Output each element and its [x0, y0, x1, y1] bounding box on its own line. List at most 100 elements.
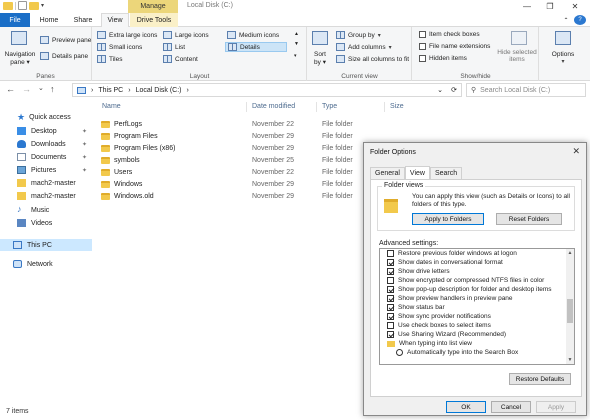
layout-expand-icon[interactable]: ▾: [294, 53, 297, 59]
nav-pictures[interactable]: Pictures ✦: [0, 164, 92, 176]
advanced-settings-scrollbar[interactable]: ▲ ▼: [566, 249, 574, 364]
advanced-settings-list[interactable]: Restore previous folder windows at logon…: [379, 248, 575, 365]
file-name-extensions-toggle[interactable]: File name extensions: [419, 43, 490, 50]
advanced-setting-item[interactable]: Show drive letters: [387, 267, 450, 276]
dialog-tab-view[interactable]: View: [404, 166, 430, 179]
nav-videos[interactable]: Videos: [0, 217, 92, 229]
scrollbar-thumb[interactable]: [567, 299, 573, 323]
new-folder-icon[interactable]: [29, 1, 39, 10]
size-all-columns-button[interactable]: Size all columns to fit: [336, 55, 409, 63]
column-separator[interactable]: [316, 102, 317, 112]
advanced-setting-item[interactable]: Restore previous folder windows at logon: [387, 249, 517, 258]
forward-button[interactable]: →: [22, 84, 31, 94]
help-icon[interactable]: ?: [574, 15, 586, 25]
hidden-items-toggle[interactable]: Hidden items: [419, 55, 467, 62]
layout-scroll-up-icon[interactable]: ▲: [294, 31, 299, 37]
scroll-down-icon[interactable]: ▼: [566, 356, 574, 364]
navigation-pane-button[interactable]: Navigation pane ▾: [4, 51, 36, 66]
advanced-setting-item[interactable]: Show status bar: [387, 303, 445, 312]
tab-file[interactable]: File: [0, 13, 30, 27]
refresh-icon[interactable]: ⟳: [451, 86, 457, 94]
sort-by-button[interactable]: Sort by ▾: [312, 51, 328, 66]
advanced-setting-item[interactable]: Use check boxes to select items: [387, 321, 491, 330]
customize-toolbar-chevron-icon[interactable]: ▾: [41, 2, 44, 9]
nav-folder-mach2-master-2[interactable]: mach2-master: [0, 190, 92, 202]
setting-checkbox[interactable]: [387, 313, 394, 320]
nav-music[interactable]: ♪ Music: [0, 204, 92, 216]
setting-checkbox[interactable]: [387, 286, 394, 293]
column-separator[interactable]: [246, 102, 247, 112]
reset-folders-button[interactable]: Reset Folders: [496, 213, 562, 225]
setting-radio[interactable]: [396, 349, 403, 356]
setting-checkbox[interactable]: [387, 268, 394, 275]
preview-pane-button[interactable]: Preview pane: [40, 36, 91, 44]
setting-checkbox[interactable]: [387, 259, 394, 266]
table-row[interactable]: Program Files November 29 File folder: [96, 131, 361, 143]
setting-checkbox[interactable]: [387, 322, 394, 329]
advanced-setting-item[interactable]: Show pop-up description for folder and d…: [387, 285, 552, 294]
advanced-setting-item[interactable]: Automatically type into the Search Box: [396, 348, 518, 357]
cancel-button[interactable]: Cancel: [491, 401, 531, 413]
advanced-setting-item[interactable]: Show dates in conversational format: [387, 258, 503, 267]
nav-quick-access[interactable]: ★ Quick access: [0, 111, 92, 123]
breadcrumb-local-disk[interactable]: Local Disk (C:): [136, 87, 182, 94]
collapse-ribbon-chevron-icon[interactable]: ⌃: [560, 13, 572, 27]
column-header-type[interactable]: Type: [322, 103, 337, 110]
maximize-button[interactable]: ❐: [539, 0, 561, 13]
search-input[interactable]: ⚲ Search Local Disk (C:): [466, 83, 586, 97]
column-header-size[interactable]: Size: [390, 103, 404, 110]
setting-checkbox[interactable]: [387, 304, 394, 311]
dialog-close-button[interactable]: ✕: [572, 146, 580, 157]
tab-view[interactable]: View: [101, 13, 129, 27]
extra-large-icons-button[interactable]: Extra large icons: [97, 31, 157, 39]
item-check-boxes-checkbox[interactable]: [419, 31, 426, 38]
nav-folder-mach2-master[interactable]: mach2-master: [0, 177, 92, 189]
medium-icons-button[interactable]: Medium icons: [227, 31, 279, 39]
column-header-name[interactable]: Name: [102, 103, 121, 110]
dialog-tab-search[interactable]: Search: [429, 167, 463, 179]
table-row[interactable]: symbols November 25 File folder: [96, 155, 361, 167]
item-check-boxes-toggle[interactable]: Item check boxes: [419, 31, 480, 38]
setting-checkbox[interactable]: [387, 277, 394, 284]
table-row[interactable]: Users November 22 File folder: [96, 167, 361, 179]
table-row[interactable]: PerfLogs November 22 File folder: [96, 119, 361, 131]
content-button[interactable]: Content: [163, 55, 198, 63]
tab-share[interactable]: Share: [68, 13, 98, 27]
restore-defaults-button[interactable]: Restore Defaults: [509, 373, 571, 385]
tab-drive-tools[interactable]: Drive Tools: [130, 13, 178, 27]
tiles-button[interactable]: Tiles: [97, 55, 122, 63]
nav-network[interactable]: Network: [0, 258, 92, 270]
advanced-setting-item[interactable]: Use Sharing Wizard (Recommended): [387, 330, 506, 339]
recent-locations-button[interactable]: ⌄: [38, 84, 44, 92]
setting-checkbox[interactable]: [387, 250, 394, 257]
table-row[interactable]: Windows November 29 File folder: [96, 179, 361, 191]
properties-icon[interactable]: [18, 1, 27, 10]
breadcrumb-this-pc[interactable]: This PC: [98, 87, 123, 94]
ok-button[interactable]: OK: [446, 401, 486, 413]
column-separator[interactable]: [384, 102, 385, 112]
setting-checkbox[interactable]: [387, 295, 394, 302]
details-pane-button[interactable]: Details pane: [40, 52, 88, 60]
layout-scroll-down-icon[interactable]: ▼: [294, 41, 299, 47]
table-row[interactable]: Program Files (x86) November 29 File fol…: [96, 143, 361, 155]
advanced-setting-item[interactable]: Show sync provider notifications: [387, 312, 491, 321]
group-by-button[interactable]: Group by ▾: [336, 31, 381, 39]
tab-home[interactable]: Home: [34, 13, 64, 27]
hide-selected-button[interactable]: Hide selected items: [497, 49, 537, 63]
details-layout-button[interactable]: Details: [225, 42, 287, 52]
hidden-items-checkbox[interactable]: [419, 55, 426, 62]
nav-desktop[interactable]: Desktop ✦: [0, 125, 92, 137]
file-name-extensions-checkbox[interactable]: [419, 43, 426, 50]
advanced-setting-item[interactable]: Show preview handlers in preview pane: [387, 294, 513, 303]
column-header-date-modified[interactable]: Date modified: [252, 103, 295, 110]
dialog-tab-general[interactable]: General: [370, 167, 405, 179]
nav-documents[interactable]: Documents ✦: [0, 151, 92, 163]
small-icons-button[interactable]: Small icons: [97, 43, 142, 51]
options-button[interactable]: Options ▾: [543, 51, 583, 65]
apply-button[interactable]: Apply: [536, 401, 576, 413]
up-button[interactable]: ↑: [50, 84, 55, 94]
table-row[interactable]: Windows.old November 29 File folder: [96, 191, 361, 203]
manage-context-tab[interactable]: Manage: [128, 0, 178, 13]
nav-downloads[interactable]: Downloads ✦: [0, 138, 92, 150]
minimize-button[interactable]: —: [516, 0, 538, 13]
